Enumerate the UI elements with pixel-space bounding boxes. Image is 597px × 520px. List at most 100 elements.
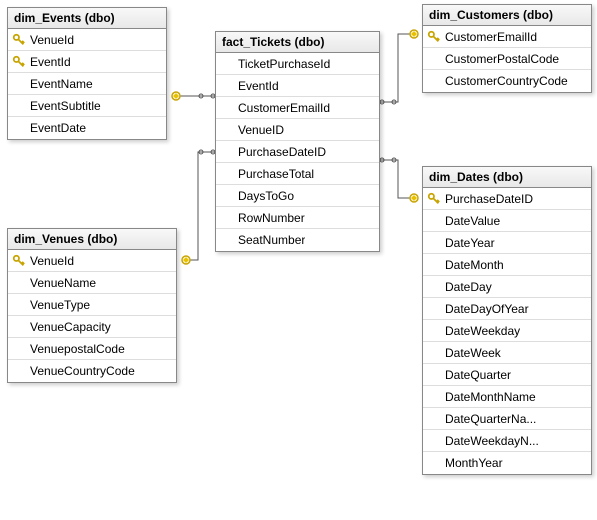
- empty-icon: [425, 234, 443, 252]
- rel-tickets-events: [172, 92, 215, 100]
- empty-icon: [218, 231, 236, 249]
- rel-tickets-venues: [182, 150, 215, 264]
- column[interactable]: DateYear: [423, 232, 591, 254]
- empty-icon: [10, 119, 28, 137]
- column[interactable]: DaysToGo: [216, 185, 379, 207]
- empty-icon: [425, 300, 443, 318]
- empty-icon: [218, 99, 236, 117]
- column[interactable]: CustomerCountryCode: [423, 70, 591, 92]
- empty-icon: [425, 344, 443, 362]
- column-name: VenueId: [28, 33, 74, 47]
- column-list: CustomerEmailId CustomerPostalCode Custo…: [423, 26, 591, 92]
- column[interactable]: DateValue: [423, 210, 591, 232]
- column-name: EventDate: [28, 121, 86, 135]
- column[interactable]: MonthYear: [423, 452, 591, 474]
- column-name: CustomerPostalCode: [443, 52, 559, 66]
- column-name: DateWeek: [443, 346, 501, 360]
- table-dim-customers[interactable]: dim_Customers (dbo) CustomerEmailId Cust…: [422, 4, 592, 93]
- column-name: PurchaseDateID: [443, 192, 533, 206]
- column[interactable]: DateWeekday: [423, 320, 591, 342]
- table-dim-events[interactable]: dim_Events (dbo) VenueId EventId EventNa…: [7, 7, 167, 140]
- column[interactable]: EventDate: [8, 117, 166, 139]
- empty-icon: [10, 274, 28, 292]
- column-name: MonthYear: [443, 456, 503, 470]
- column-name: SeatNumber: [236, 233, 305, 247]
- empty-icon: [10, 296, 28, 314]
- column-name: VenueCountryCode: [28, 364, 135, 378]
- column[interactable]: DateMonthName: [423, 386, 591, 408]
- column[interactable]: DateDayOfYear: [423, 298, 591, 320]
- column[interactable]: PurchaseDateID: [423, 188, 591, 210]
- column-list: VenueId EventId EventName EventSubtitle …: [8, 29, 166, 139]
- column[interactable]: DateDay: [423, 276, 591, 298]
- table-dim-dates[interactable]: dim_Dates (dbo) PurchaseDateID DateValue…: [422, 166, 592, 475]
- empty-icon: [218, 209, 236, 227]
- column-name: CustomerEmailId: [443, 30, 537, 44]
- column-name: DateQuarterNa...: [443, 412, 536, 426]
- column[interactable]: VenuepostalCode: [8, 338, 176, 360]
- column-name: EventId: [236, 79, 279, 93]
- column-list: PurchaseDateID DateValue DateYear DateMo…: [423, 188, 591, 474]
- key-icon: [10, 53, 28, 71]
- column-name: VenueName: [28, 276, 96, 290]
- empty-icon: [425, 50, 443, 68]
- column[interactable]: CustomerPostalCode: [423, 48, 591, 70]
- column[interactable]: EventId: [8, 51, 166, 73]
- column-name: DateDayOfYear: [443, 302, 529, 316]
- table-title: dim_Dates (dbo): [423, 167, 591, 188]
- table-title: fact_Tickets (dbo): [216, 32, 379, 53]
- column[interactable]: DateQuarter: [423, 364, 591, 386]
- table-title: dim_Customers (dbo): [423, 5, 591, 26]
- column[interactable]: VenueCapacity: [8, 316, 176, 338]
- column-name: VenueType: [28, 298, 90, 312]
- column[interactable]: DateWeekdayN...: [423, 430, 591, 452]
- table-fact-tickets[interactable]: fact_Tickets (dbo) TicketPurchaseId Even…: [215, 31, 380, 252]
- table-dim-venues[interactable]: dim_Venues (dbo) VenueId VenueName Venue…: [7, 228, 177, 383]
- column-name: VenueId: [28, 254, 74, 268]
- column[interactable]: DateQuarterNa...: [423, 408, 591, 430]
- column[interactable]: VenueCountryCode: [8, 360, 176, 382]
- column[interactable]: VenueType: [8, 294, 176, 316]
- column[interactable]: VenueId: [8, 250, 176, 272]
- column[interactable]: RowNumber: [216, 207, 379, 229]
- empty-icon: [425, 278, 443, 296]
- column[interactable]: PurchaseTotal: [216, 163, 379, 185]
- column[interactable]: PurchaseDateID: [216, 141, 379, 163]
- column-name: TicketPurchaseId: [236, 57, 330, 71]
- empty-icon: [218, 77, 236, 95]
- column-name: DateWeekday: [443, 324, 520, 338]
- column-name: CustomerCountryCode: [443, 74, 568, 88]
- column-name: EventName: [28, 77, 93, 91]
- rel-tickets-customers: [380, 30, 418, 104]
- rel-tickets-dates: [380, 158, 418, 202]
- column-name: DateMonth: [443, 258, 504, 272]
- column[interactable]: SeatNumber: [216, 229, 379, 251]
- column-name: EventId: [28, 55, 71, 69]
- empty-icon: [425, 454, 443, 472]
- column[interactable]: DateMonth: [423, 254, 591, 276]
- column[interactable]: TicketPurchaseId: [216, 53, 379, 75]
- column-name: VenuepostalCode: [28, 342, 125, 356]
- empty-icon: [425, 322, 443, 340]
- column-name: DateYear: [443, 236, 495, 250]
- column[interactable]: VenueId: [8, 29, 166, 51]
- column[interactable]: VenueID: [216, 119, 379, 141]
- column-name: CustomerEmailId: [236, 101, 330, 115]
- column-name: DaysToGo: [236, 189, 294, 203]
- table-title: dim_Events (dbo): [8, 8, 166, 29]
- column[interactable]: CustomerEmailId: [423, 26, 591, 48]
- column-name: DateQuarter: [443, 368, 511, 382]
- empty-icon: [10, 75, 28, 93]
- column[interactable]: CustomerEmailId: [216, 97, 379, 119]
- column[interactable]: EventName: [8, 73, 166, 95]
- empty-icon: [10, 318, 28, 336]
- column[interactable]: EventId: [216, 75, 379, 97]
- empty-icon: [10, 340, 28, 358]
- column[interactable]: EventSubtitle: [8, 95, 166, 117]
- column[interactable]: DateWeek: [423, 342, 591, 364]
- column-name: DateWeekdayN...: [443, 434, 539, 448]
- column-name: VenueID: [236, 123, 284, 137]
- empty-icon: [10, 97, 28, 115]
- empty-icon: [425, 256, 443, 274]
- column[interactable]: VenueName: [8, 272, 176, 294]
